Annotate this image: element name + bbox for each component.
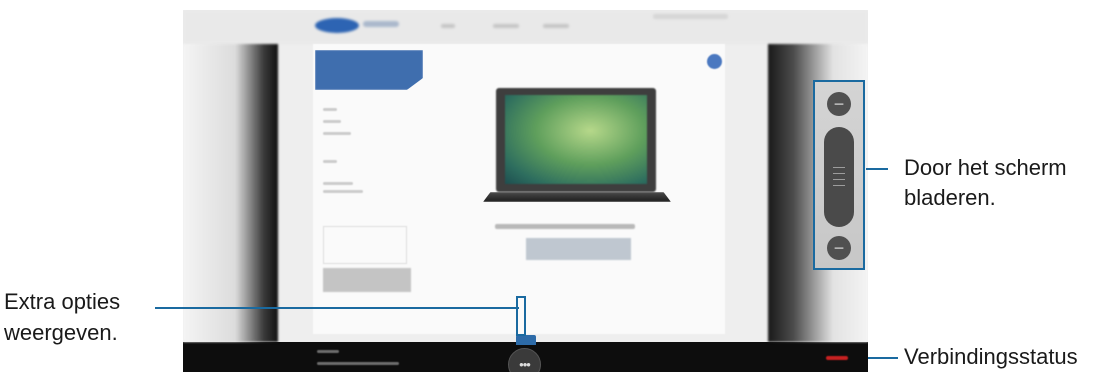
scroll-thumb[interactable] [824, 127, 854, 227]
laptop-display [505, 95, 647, 184]
bottom-bar-label [317, 350, 339, 353]
sidebar-banner [315, 50, 423, 90]
sidebar-line [323, 182, 353, 185]
scroll-down-icon: − [833, 238, 845, 258]
bottom-bar-info [317, 362, 399, 365]
product-button[interactable] [526, 238, 631, 260]
sidebar-line [323, 160, 337, 163]
grip-line [833, 173, 845, 174]
scroll-control[interactable]: − − [813, 80, 865, 270]
more-options-icon: ••• [519, 357, 531, 372]
more-callout-line2: weergeven. [4, 320, 118, 345]
sidebar-line [323, 108, 337, 111]
grip-line [833, 185, 845, 186]
connection-status-indicator [826, 356, 848, 360]
sidebar-line [323, 190, 363, 193]
scroll-callout-leader [866, 168, 888, 170]
more-options-button[interactable]: ••• [508, 348, 541, 372]
nav-item[interactable] [543, 24, 569, 28]
grip-line [833, 179, 845, 180]
laptop-base [483, 192, 671, 202]
share-icon[interactable] [707, 54, 722, 69]
header-logo-text [363, 21, 399, 27]
bottom-tab-indicator[interactable] [516, 335, 536, 345]
more-callout-leader [155, 307, 519, 309]
scroll-callout-line1: Door het scherm [904, 155, 1067, 180]
sidebar-button[interactable] [323, 268, 411, 292]
remote-desktop [183, 10, 868, 345]
status-callout: Verbindingsstatus [904, 344, 1078, 369]
scroll-up-icon: − [833, 94, 845, 114]
browser-header [183, 10, 868, 44]
more-options-highlight [516, 296, 526, 336]
grip-line [833, 167, 845, 168]
nav-item[interactable] [493, 24, 519, 28]
header-links[interactable] [653, 14, 728, 19]
scroll-callout-line2: bladeren. [904, 185, 996, 210]
scroll-up-button[interactable]: − [827, 92, 851, 116]
status-callout-leader [868, 357, 898, 359]
samsung-logo [315, 18, 359, 33]
sidebar-line [323, 132, 351, 135]
left-margin [183, 44, 278, 342]
scroll-down-button[interactable]: − [827, 236, 851, 260]
nav-item[interactable] [441, 24, 455, 28]
more-callout-line1: Extra opties [4, 289, 121, 314]
sidebar-line [323, 120, 341, 123]
sidebar-form[interactable] [323, 226, 407, 264]
product-caption [495, 224, 635, 229]
